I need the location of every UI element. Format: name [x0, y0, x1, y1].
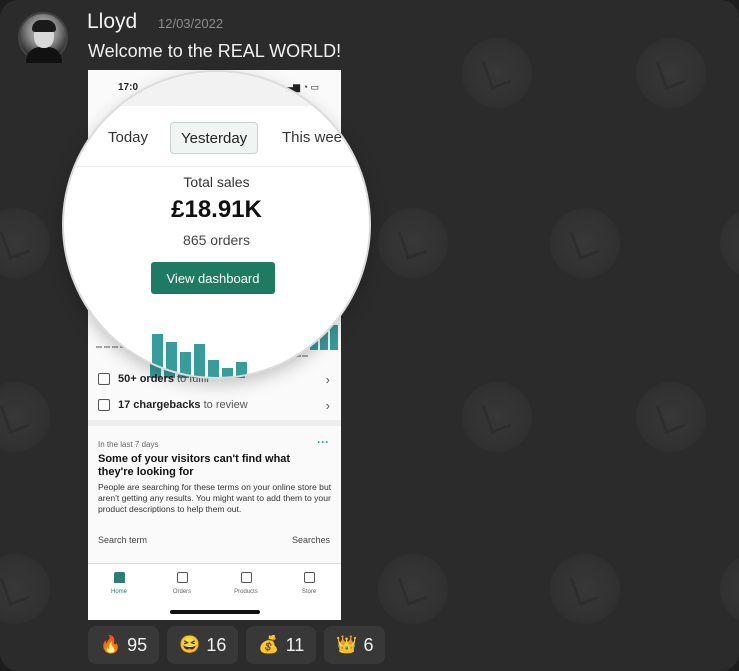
chart-bar	[166, 342, 177, 377]
tab-today[interactable]: Today	[108, 122, 148, 154]
fire-icon: 🔥	[100, 635, 122, 654]
watermark-logo-icon	[720, 554, 739, 624]
clipboard-icon	[98, 399, 110, 411]
tab-divider	[64, 166, 369, 167]
nav-store[interactable]: Store	[289, 572, 329, 595]
money-bag-icon: 💰	[258, 635, 280, 654]
chart-bar	[222, 368, 233, 377]
reaction-count: 11	[285, 634, 305, 655]
insight-title: Some of your visitors can't find what th…	[98, 453, 291, 478]
total-sales-value: £18.91K	[171, 196, 262, 223]
reaction-count: 95	[127, 634, 148, 655]
username[interactable]: Lloyd	[87, 10, 137, 34]
watermark-logo-icon	[462, 38, 532, 108]
reaction-money-bag[interactable]: 💰 11	[246, 626, 317, 664]
watermark-logo-icon	[0, 208, 50, 278]
task-row-chargebacks[interactable]: 17 chargebacks to review ›	[98, 393, 330, 417]
user-avatar[interactable]	[18, 12, 68, 63]
watermark-logo-icon	[720, 208, 739, 278]
avatar-shirt	[26, 47, 62, 63]
tag-icon	[240, 572, 252, 583]
reaction-fire[interactable]: 🔥 95	[88, 626, 160, 664]
message-timestamp: 12/03/2022	[158, 16, 224, 31]
magnified-status-time: 17:0	[119, 82, 142, 94]
watermark-logo-icon	[0, 382, 50, 452]
nav-products[interactable]: Products	[226, 572, 266, 595]
chevron-right-icon: ›	[325, 397, 330, 413]
chart-bar	[152, 334, 163, 377]
insight-body: People are searching for these terms on …	[98, 482, 332, 514]
nav-orders[interactable]: Orders	[162, 572, 202, 595]
watermark-logo-icon	[378, 208, 448, 278]
insight-period-label: In the last 7 days	[98, 440, 159, 449]
orders-count: 865 orders	[183, 232, 250, 248]
total-sales-label: Total sales	[183, 174, 250, 190]
home-indicator	[170, 610, 260, 614]
chart-bar	[310, 366, 318, 377]
nav-home[interactable]: Home	[99, 572, 139, 595]
search-term-header: Search term	[98, 535, 148, 545]
message-text: Welcome to the REAL WORLD!	[88, 41, 342, 61]
section-divider	[88, 420, 341, 426]
watermark-logo-icon	[550, 208, 620, 278]
watermark-logo-icon	[0, 554, 50, 624]
task-text: 17 chargebacks to review	[118, 399, 248, 411]
chart-bar	[236, 362, 247, 377]
magnified-sales-summary: 17:0 ◔ ▭ Today Yesterday This wee Total …	[64, 72, 369, 377]
tab-this-week[interactable]: This wee	[282, 122, 342, 154]
reaction-count: 6	[363, 634, 374, 655]
magnified-status-bar	[64, 72, 369, 106]
chart-bar	[194, 344, 205, 377]
reaction-bar: 🔥 95 😆 16 💰 11 👑 6	[88, 626, 386, 664]
chat-message-panel: Lloyd 12/03/2022 Welcome to the REAL WOR…	[0, 0, 739, 671]
reaction-crown[interactable]: 👑 6	[324, 626, 386, 664]
orders-icon	[176, 572, 188, 583]
more-options-icon[interactable]: ···	[317, 435, 329, 449]
crown-icon: 👑	[336, 635, 358, 654]
chart-bar	[330, 350, 338, 377]
home-icon	[113, 572, 125, 583]
chart-bar	[208, 360, 219, 377]
chart-bar	[320, 358, 328, 377]
searches-header: Searches	[291, 535, 330, 545]
view-dashboard-button[interactable]: View dashboard	[151, 262, 275, 294]
watermark-logo-icon	[636, 38, 706, 108]
chart-bar	[180, 352, 191, 377]
watermark-logo-icon	[636, 382, 706, 452]
watermark-logo-icon	[378, 554, 448, 624]
magnified-status-icons: ◔ ▭	[284, 83, 305, 95]
store-icon	[303, 572, 315, 583]
watermark-logo-icon	[462, 382, 532, 452]
reaction-count: 16	[206, 634, 227, 655]
tab-yesterday[interactable]: Yesterday	[170, 122, 259, 154]
reaction-laugh[interactable]: 😆 16	[167, 626, 239, 664]
magnified-bar-chart	[64, 308, 369, 377]
avatar-hair	[32, 20, 56, 32]
grinning-face-icon: 😆	[179, 635, 201, 654]
watermark-logo-icon	[550, 554, 620, 624]
